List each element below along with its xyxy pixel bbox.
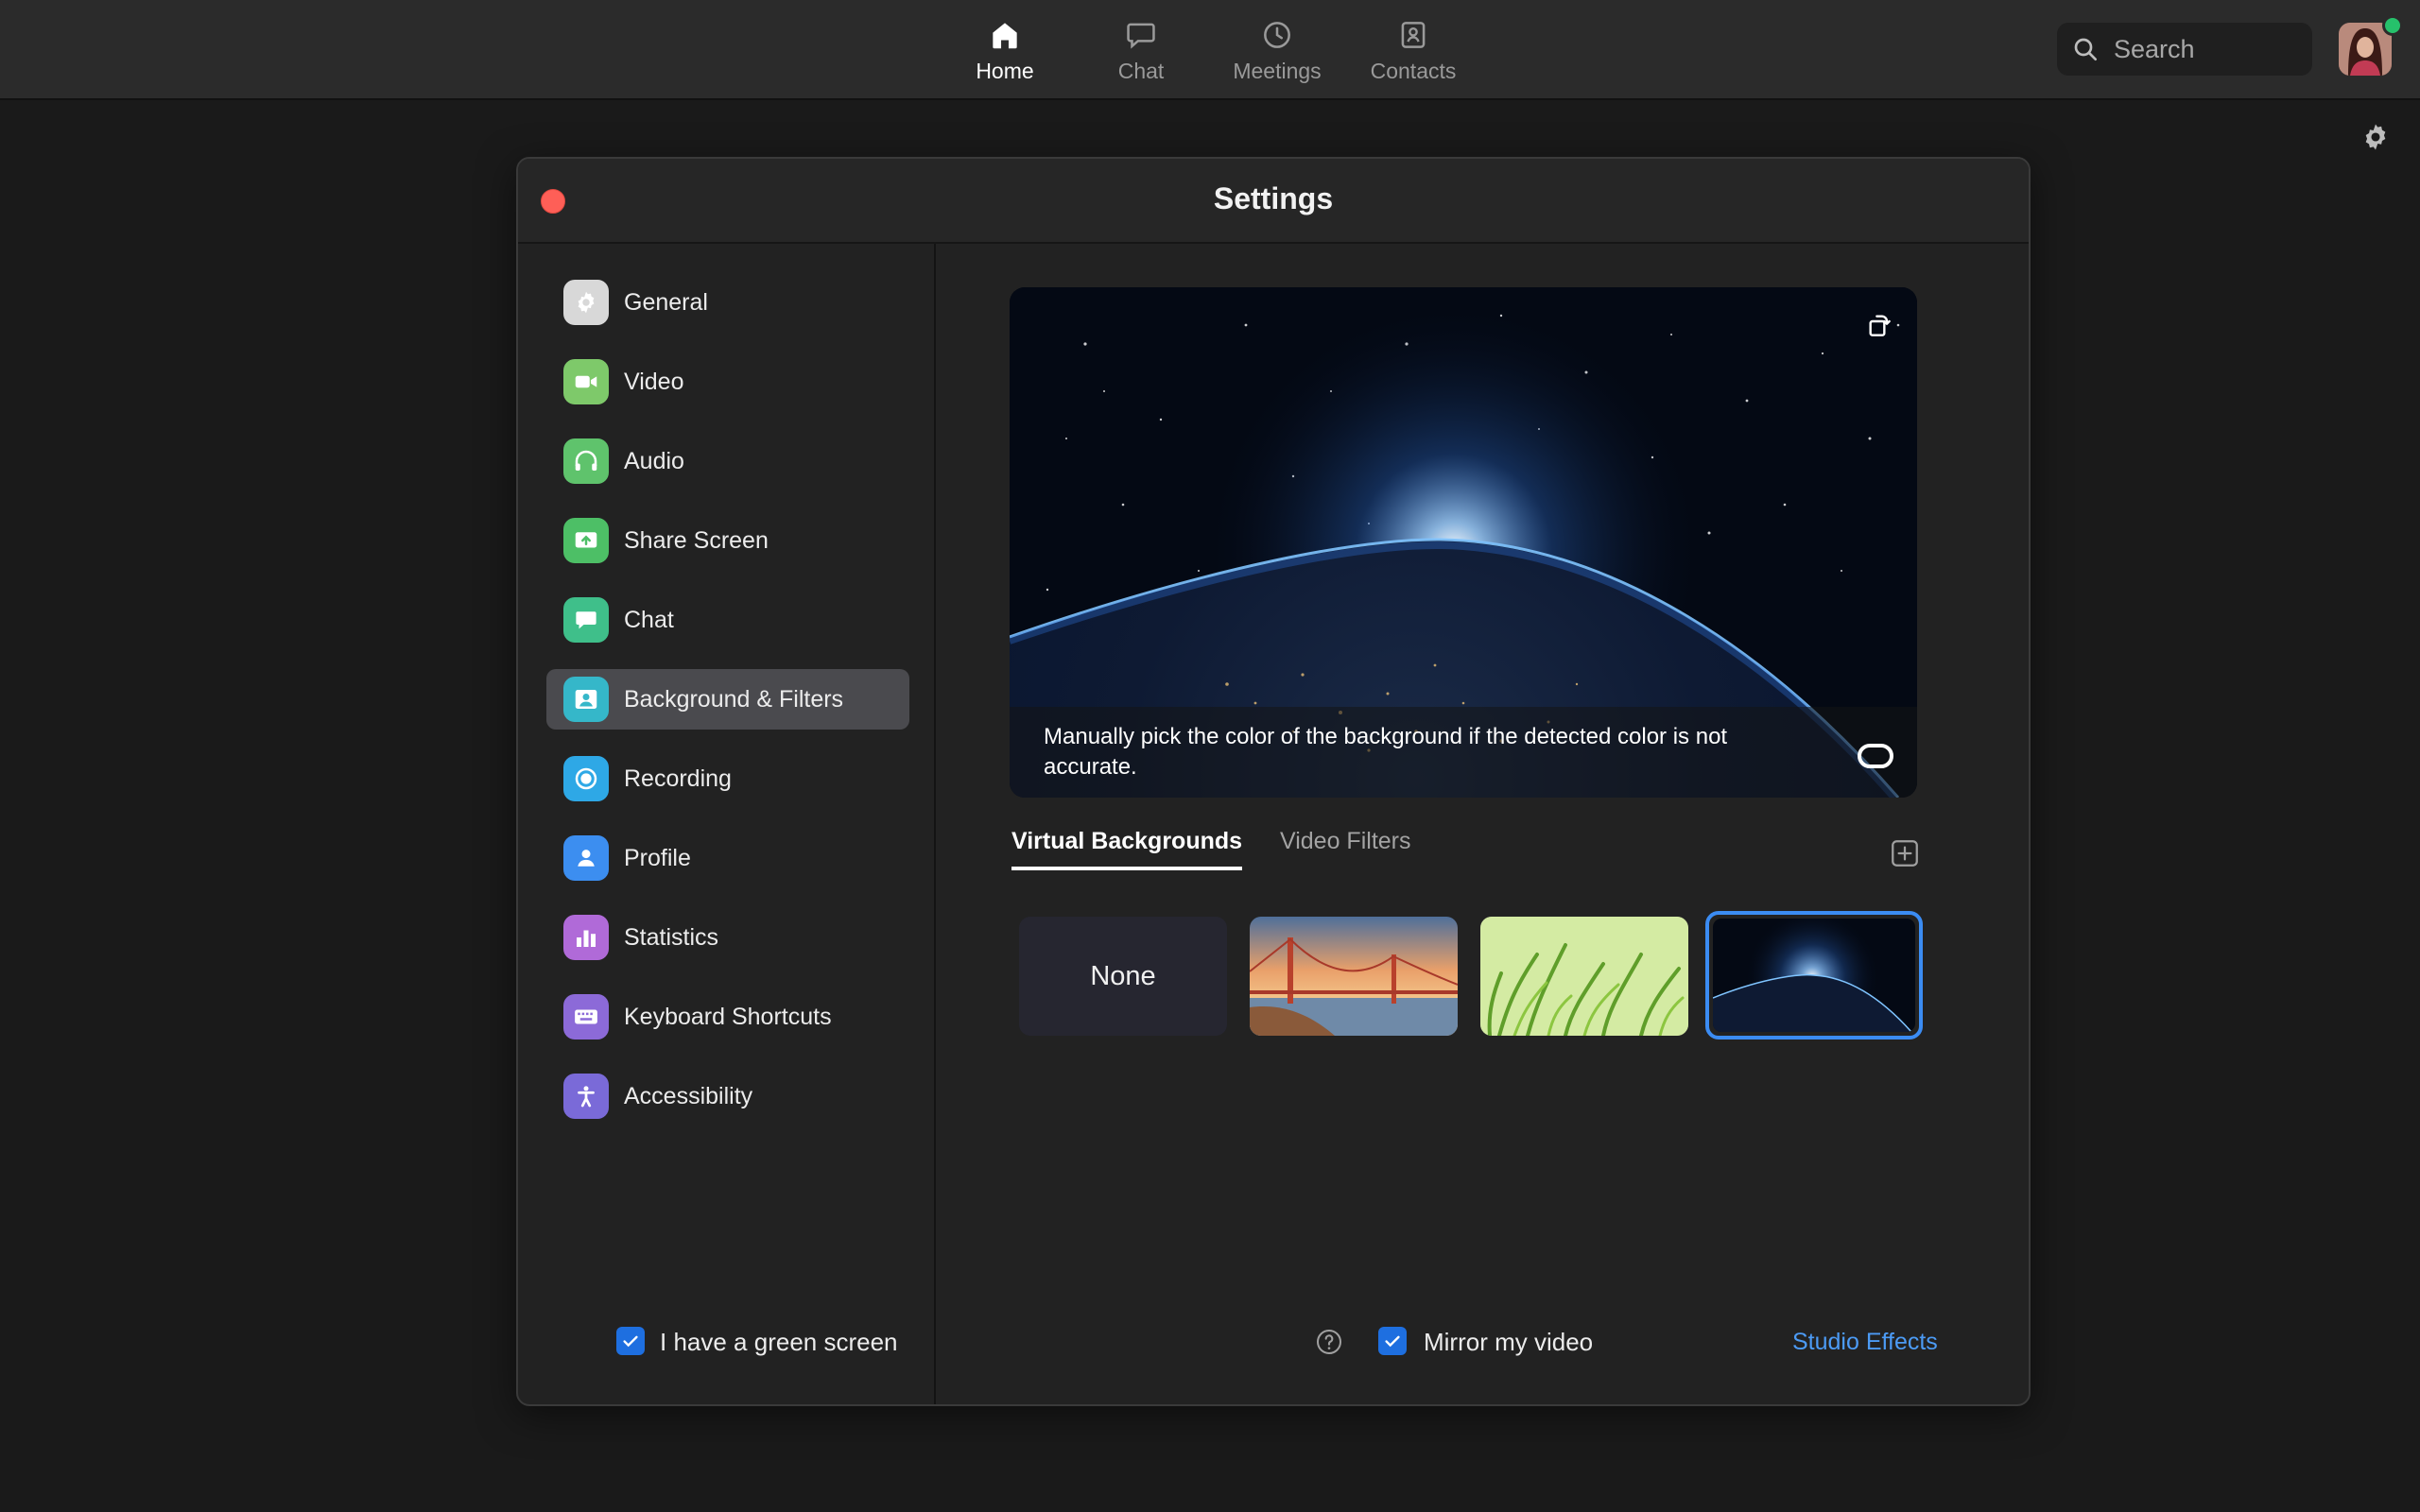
video-preview: Manually pick the color of the backgroun… <box>1010 287 1917 798</box>
sidebar-item-label: General <box>624 288 708 316</box>
sidebar-item-label: Statistics <box>624 923 719 951</box>
green-screen-checkbox[interactable] <box>616 1327 645 1355</box>
presence-status-indicator <box>2382 15 2403 36</box>
person-icon <box>563 835 609 881</box>
tab-virtual-backgrounds[interactable]: Virtual Backgrounds <box>1011 828 1243 870</box>
preview-message: Manually pick the color of the backgroun… <box>1044 724 1728 780</box>
sidebar-item-chat[interactable]: Chat <box>546 590 909 650</box>
sidebar-item-video[interactable]: Video <box>546 352 909 412</box>
video-camera-icon <box>563 359 609 404</box>
gear-icon[interactable] <box>2360 121 2392 153</box>
sidebar-item-label: Share Screen <box>624 526 769 554</box>
background-none-label: None <box>1090 960 1156 991</box>
tab-video-filters[interactable]: Video Filters <box>1280 828 1411 867</box>
window-title: Settings <box>1213 181 1334 215</box>
keyboard-icon <box>563 994 609 1040</box>
background-golden-gate-option[interactable] <box>1250 917 1458 1036</box>
person-frame-icon <box>563 677 609 722</box>
sidebar-item-label: Profile <box>624 844 691 871</box>
checkmark-icon <box>1385 1335 1400 1348</box>
sidebar-item-audio[interactable]: Audio <box>546 431 909 491</box>
nav-tab-home[interactable]: Home <box>939 17 1071 93</box>
gear-icon <box>563 280 609 325</box>
sidebar-item-label: Keyboard Shortcuts <box>624 1003 832 1030</box>
sidebar-item-general[interactable]: General <box>546 272 909 333</box>
background-earth-option[interactable] <box>1705 911 1923 1040</box>
sidebar-item-recording[interactable]: Recording <box>546 748 909 809</box>
record-icon <box>563 756 609 801</box>
sidebar-item-statistics[interactable]: Statistics <box>546 907 909 968</box>
search-icon <box>2074 38 2097 60</box>
help-icon[interactable] <box>1314 1327 1344 1357</box>
grass-thumbnail <box>1480 917 1688 1036</box>
green-screen-label: I have a green screen <box>660 1328 898 1356</box>
nav-tab-label: Contacts <box>1370 59 1457 83</box>
add-background-icon[interactable] <box>1889 837 1921 869</box>
share-screen-icon <box>563 518 609 563</box>
background-grass-option[interactable] <box>1480 917 1688 1036</box>
mirror-video-checkbox[interactable] <box>1378 1327 1407 1355</box>
golden-gate-bridge-thumbnail <box>1250 917 1458 1036</box>
background-none-option[interactable]: None <box>1019 917 1227 1036</box>
settings-window: Settings General Video Audio Share Scree… <box>516 157 2031 1406</box>
contact-card-icon <box>1401 22 1426 48</box>
home-icon <box>993 23 1017 49</box>
sidebar-item-label: Video <box>624 368 684 395</box>
bar-chart-icon <box>563 915 609 960</box>
sidebar-item-label: Accessibility <box>624 1082 753 1109</box>
mirror-video-label: Mirror my video <box>1424 1328 1594 1356</box>
nav-tab-label: Chat <box>1117 59 1165 83</box>
sidebar-item-profile[interactable]: Profile <box>546 828 909 888</box>
nav-tab-chat[interactable]: Chat <box>1075 17 1207 93</box>
sidebar-item-share-screen[interactable]: Share Screen <box>546 510 909 571</box>
sidebar-item-label: Recording <box>624 765 732 792</box>
sidebar-item-label: Audio <box>624 447 684 474</box>
search-input[interactable] <box>2112 33 2295 65</box>
clock-icon <box>1264 22 1290 48</box>
sidebar-item-label: Chat <box>624 606 674 633</box>
sidebar-item-background-filters[interactable]: Background & Filters <box>546 669 909 730</box>
search-box[interactable] <box>2057 23 2312 76</box>
chat-bubble-icon <box>563 597 609 643</box>
top-navigation-bar: Home Chat Meetings Contacts <box>0 0 2420 100</box>
nav-tab-label: Meetings <box>1233 59 1322 83</box>
nav-tab-label: Home <box>976 59 1034 83</box>
sidebar-item-keyboard-shortcuts[interactable]: Keyboard Shortcuts <box>546 987 909 1047</box>
checkmark-icon <box>623 1335 638 1348</box>
settings-sidebar: General Video Audio Share Screen Chat Ba… <box>518 244 936 1404</box>
earth-thumbnail <box>1713 919 1915 1032</box>
nav-tab-contacts[interactable]: Contacts <box>1347 17 1479 93</box>
color-picker-icon[interactable] <box>1857 743 1894 769</box>
headphones-icon <box>563 438 609 484</box>
accessibility-icon <box>563 1074 609 1119</box>
sidebar-item-accessibility[interactable]: Accessibility <box>546 1066 909 1126</box>
sidebar-item-label: Background & Filters <box>624 685 844 713</box>
rotate-icon[interactable] <box>1864 310 1894 340</box>
window-header: Settings <box>518 159 2029 244</box>
nav-tab-meetings[interactable]: Meetings <box>1211 17 1343 93</box>
chat-bubble-icon <box>1127 23 1155 49</box>
studio-effects-link[interactable]: Studio Effects <box>1792 1327 1938 1357</box>
